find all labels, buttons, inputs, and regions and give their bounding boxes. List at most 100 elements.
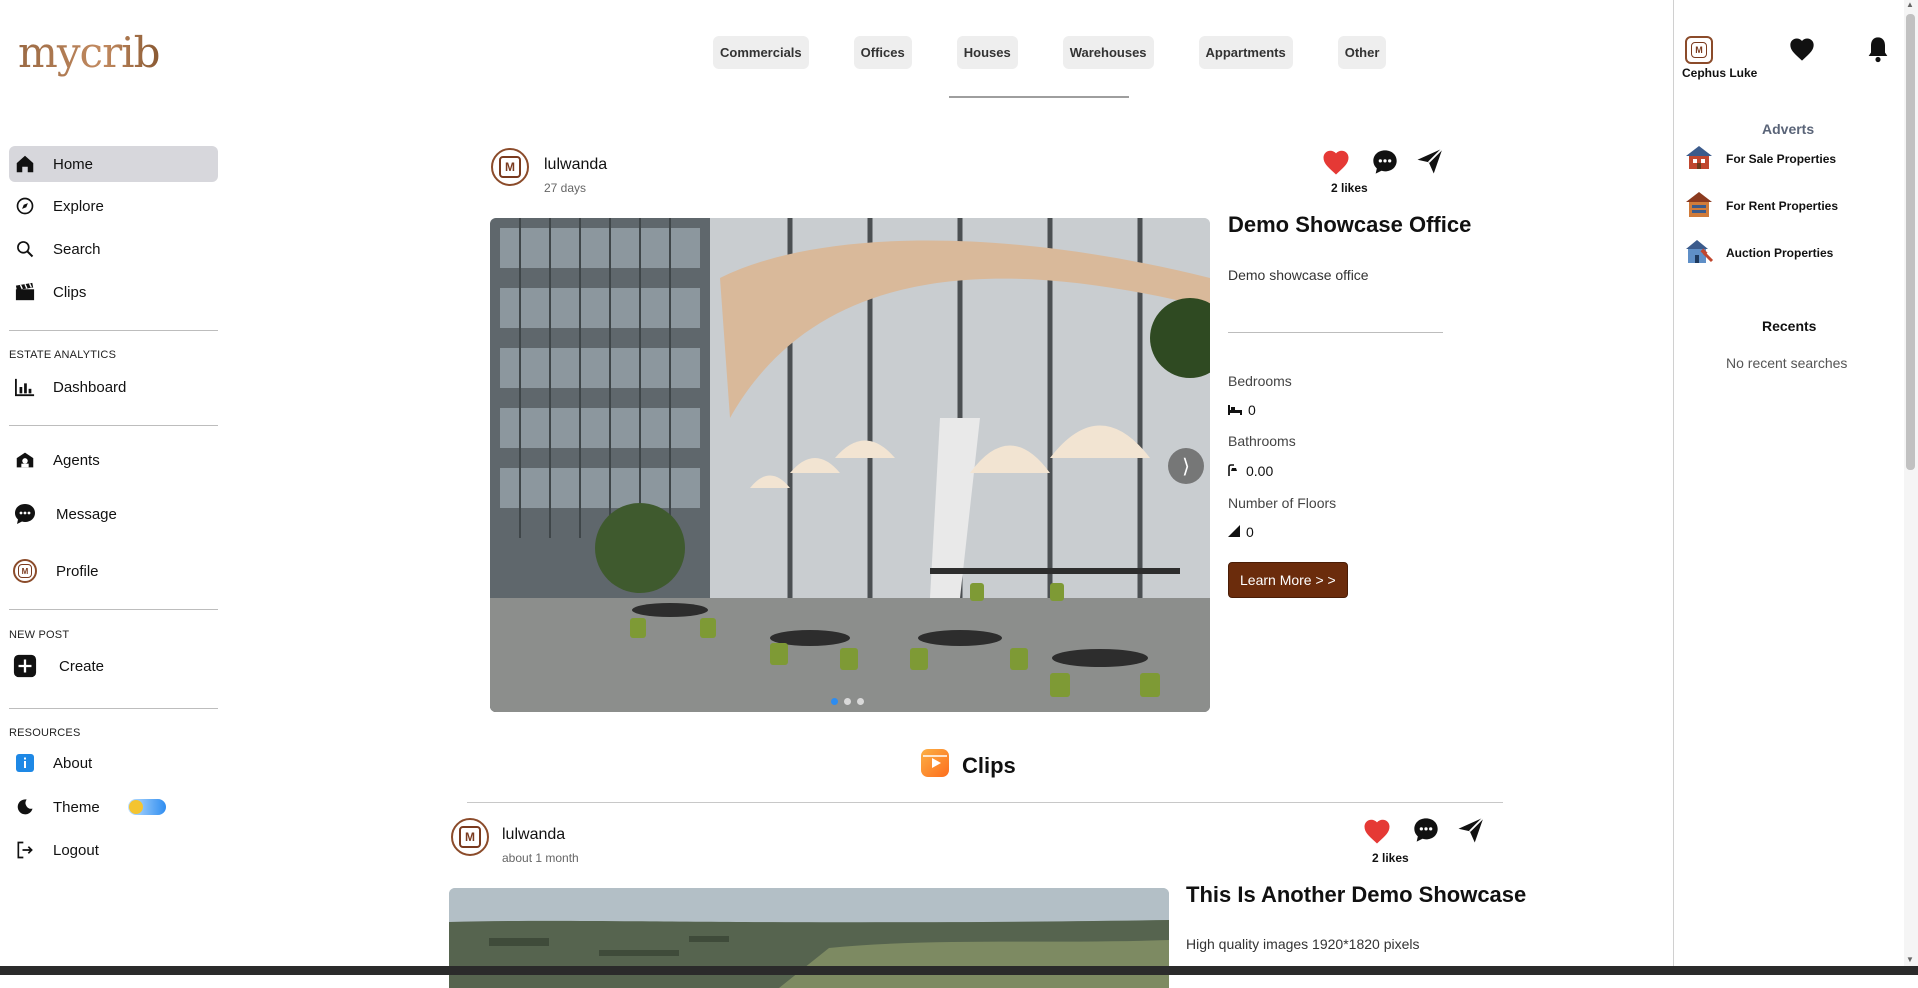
sidebar-item-about[interactable]: About: [9, 745, 218, 781]
sidebar-item-create[interactable]: Create: [9, 648, 218, 684]
carousel-dot[interactable]: [857, 698, 864, 705]
sidebar-divider: [9, 609, 218, 610]
sidebar-item-label: Message: [56, 505, 117, 523]
post-avatar[interactable]: M: [491, 148, 529, 186]
post-username[interactable]: lulwanda: [502, 826, 565, 844]
post-time: about 1 month: [502, 851, 579, 865]
sidebar-divider: [9, 330, 218, 331]
share-send-icon[interactable]: [1456, 815, 1486, 850]
comment-icon[interactable]: [1412, 816, 1440, 849]
clips-divider: [467, 802, 1503, 803]
house-auction-icon: [1684, 237, 1714, 268]
sidebar-item-label: Profile: [56, 562, 99, 580]
category-nav: Commercials Offices Houses Warehouses Ap…: [713, 36, 1431, 69]
clips-heading-text: Clips: [962, 753, 1016, 778]
sidebar-item-explore[interactable]: Explore: [9, 188, 218, 224]
user-avatar[interactable]: M: [1685, 36, 1713, 64]
sidebar-item-search[interactable]: Search: [9, 231, 218, 267]
favorites-heart-icon[interactable]: [1788, 36, 1816, 67]
sidebar-item-agents[interactable]: Agents: [9, 442, 218, 478]
sidebar-item-dashboard[interactable]: Dashboard: [9, 369, 218, 405]
advert-label: For Sale Properties: [1726, 151, 1837, 166]
post-time: 27 days: [544, 181, 587, 195]
logo[interactable]: mycrib: [18, 28, 160, 77]
detail-divider: [1228, 332, 1443, 333]
detail-value-bedrooms: 0: [1228, 402, 1256, 418]
sidebar-item-label: Agents: [53, 451, 100, 469]
user-name[interactable]: Cephus Luke: [1682, 66, 1757, 80]
sidebar-item-label: Home: [53, 155, 94, 173]
sidebar-item-label: Explore: [53, 197, 104, 215]
sidebar-item-label: Theme: [53, 798, 100, 816]
compass-icon: [13, 194, 37, 218]
category-appartments[interactable]: Appartments: [1198, 36, 1293, 69]
bed-icon: [1228, 402, 1242, 418]
detail-label-floors: Number of Floors: [1228, 495, 1337, 511]
carousel-dot[interactable]: [844, 698, 851, 705]
carousel-dot[interactable]: [831, 698, 838, 705]
house-sale-icon: [1684, 144, 1714, 173]
sidebar-item-home[interactable]: Home: [9, 146, 218, 182]
sidebar-item-clips[interactable]: Clips: [9, 274, 218, 310]
notification-bell-icon[interactable]: [1866, 35, 1890, 68]
advert-for-rent[interactable]: For Rent Properties: [1684, 190, 1838, 221]
post-title: This Is Another Demo Showcase: [1186, 882, 1527, 907]
section-heading-estate-analytics: ESTATE ANALYTICS: [9, 349, 117, 361]
category-commercials[interactable]: Commercials: [713, 36, 809, 69]
detail-value-bathrooms: 0.00: [1228, 463, 1273, 479]
sidebar-item-label: Create: [59, 657, 105, 675]
detail-value-floors: 0: [1228, 524, 1254, 540]
category-warehouses[interactable]: Warehouses: [1062, 36, 1154, 69]
post-description: Demo showcase office: [1228, 267, 1369, 283]
advert-auction[interactable]: Auction Properties: [1684, 237, 1833, 268]
os-taskbar: [0, 966, 1918, 975]
category-offices[interactable]: Offices: [853, 36, 912, 69]
comment-icon[interactable]: [1371, 148, 1399, 181]
post-avatar[interactable]: M: [451, 818, 489, 856]
section-heading-new-post: NEW POST: [9, 629, 70, 641]
share-send-icon[interactable]: [1415, 146, 1445, 181]
bedrooms-value: 0: [1248, 402, 1256, 418]
avatar-icon: M: [13, 559, 37, 583]
sidebar-item-profile[interactable]: M Profile: [9, 553, 218, 589]
sidebar-item-label: Dashboard: [53, 378, 127, 396]
post-title: Demo Showcase Office: [1228, 212, 1472, 237]
category-other[interactable]: Other: [1337, 36, 1387, 69]
sidebar-item-label: Logout: [53, 841, 99, 859]
post-image-office[interactable]: ⟩: [490, 218, 1210, 712]
sidebar-item-message[interactable]: Message: [9, 496, 218, 532]
post-description: High quality images 1920*1820 pixels: [1186, 936, 1420, 952]
stairs-icon: [1228, 524, 1240, 540]
learn-more-button[interactable]: Learn More > >: [1228, 562, 1348, 598]
adverts-heading: Adverts: [1762, 121, 1815, 137]
scroll-down-arrow-icon[interactable]: ▼: [1906, 955, 1914, 964]
category-scroll-indicator: [949, 96, 1129, 98]
like-heart-icon[interactable]: [1362, 817, 1392, 850]
clapperboard-icon: [13, 280, 37, 304]
scrollbar-thumb[interactable]: [1906, 14, 1915, 470]
category-houses[interactable]: Houses: [956, 36, 1018, 69]
recents-heading: Recents: [1762, 318, 1817, 334]
sidebar-item-label: Search: [53, 240, 101, 258]
post-username[interactable]: lulwanda: [544, 156, 607, 174]
agents-icon: [13, 448, 37, 472]
right-panel-border: [1673, 0, 1674, 975]
sidebar-item-label: Clips: [53, 283, 87, 301]
scroll-up-arrow-icon[interactable]: ▲: [1906, 0, 1914, 9]
detail-label-bathrooms: Bathrooms: [1228, 433, 1296, 449]
advert-label: Auction Properties: [1726, 245, 1834, 260]
sidebar-divider: [9, 425, 218, 426]
theme-toggle[interactable]: [127, 799, 166, 815]
search-icon: [13, 237, 37, 261]
like-heart-icon[interactable]: [1321, 148, 1351, 181]
sidebar-item-theme[interactable]: Theme: [9, 789, 218, 825]
like-count: 2 likes: [1372, 851, 1409, 865]
bar-chart-icon: [13, 375, 37, 399]
moon-icon: [13, 795, 37, 819]
advert-for-sale[interactable]: For Sale Properties: [1684, 144, 1836, 173]
sidebar-item-logout[interactable]: Logout: [9, 832, 218, 868]
carousel-next-button[interactable]: ⟩: [1168, 448, 1204, 484]
carousel-dots: [831, 698, 864, 705]
plus-square-icon: [13, 654, 37, 678]
like-count: 2 likes: [1331, 181, 1368, 195]
